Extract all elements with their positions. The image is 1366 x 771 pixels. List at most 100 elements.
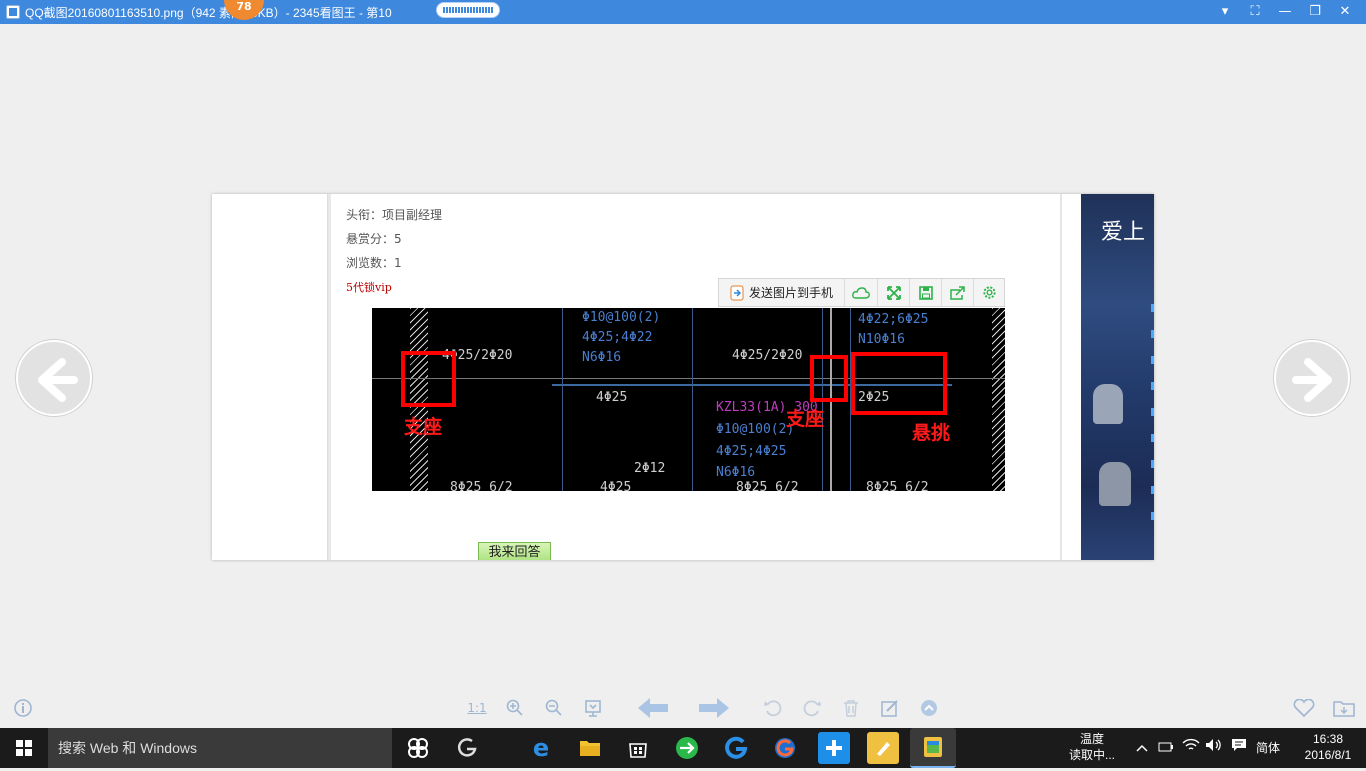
cad-text: 8Φ25 6/2 (866, 480, 929, 491)
folder-icon[interactable] (1332, 696, 1356, 720)
delete-icon[interactable] (839, 696, 863, 720)
window-title: QQ截图20160801163510.png（942 素, 146KB）- 23… (25, 5, 392, 20)
cad-drawing: 4Φ25/2Φ20 Φ10@100(2) 4Φ25;4Φ22 N6Φ16 4Φ2… (372, 308, 1005, 491)
browser-red-icon[interactable] (769, 732, 801, 764)
share-button[interactable] (942, 279, 974, 306)
wifi-icon[interactable] (1180, 728, 1202, 768)
bottom-toolbar: 1:1 (0, 688, 1366, 728)
image-hover-toolbar: 发送图片到手机 (718, 278, 1005, 307)
task-view-icon[interactable] (402, 732, 434, 764)
windows-logo-icon (16, 740, 32, 756)
support-highlight-box (810, 355, 848, 402)
menu-dropdown-button[interactable]: ▾ (1210, 0, 1240, 24)
rotate-left-icon[interactable] (761, 696, 785, 720)
cad-text: N6Φ16 (582, 350, 622, 365)
app-icon (6, 5, 20, 19)
support-highlight-box (401, 351, 456, 407)
displayed-image[interactable]: 头衔：项目副经理 悬赏分：5 浏览数：1 5代锁vip 发送图片到手机 4Φ25… (212, 194, 1154, 560)
loading-progress (436, 2, 500, 18)
taskbar-search-input[interactable]: 搜索 Web 和 Windows (48, 728, 392, 768)
settings-button[interactable] (974, 279, 1004, 306)
clock-time: 16:38 (1312, 732, 1344, 746)
chevron-up-icon[interactable] (1132, 728, 1152, 768)
rotate-right-icon[interactable] (800, 696, 824, 720)
phone-send-icon (730, 285, 744, 300)
browser-360-icon[interactable] (451, 732, 483, 764)
info-title: 头衔：项目副经理 (346, 208, 443, 222)
support-label: 支座 (404, 416, 443, 438)
weather-widget[interactable]: 温度 读取中... (1060, 731, 1124, 771)
cantilever-label: 悬挑 (912, 422, 951, 444)
file-explorer-icon[interactable] (574, 732, 606, 764)
cad-text: N10Φ16 (858, 332, 905, 347)
clock-date: 2016/8/1 (1304, 748, 1352, 762)
input-method-indicator[interactable]: 简体 (1252, 728, 1284, 768)
grid-line (562, 308, 563, 491)
side-photo: 爱上 (1081, 194, 1154, 560)
cad-text: N6Φ16 (716, 465, 756, 480)
expand-button[interactable] (878, 279, 910, 306)
weather-line1: 温度 (1079, 732, 1104, 746)
cad-text: Φ10@100(2) (582, 310, 661, 325)
cloud-button[interactable] (845, 279, 878, 306)
edit-icon[interactable] (878, 696, 902, 720)
cad-text: 4Φ25;4Φ22 (582, 330, 653, 345)
start-button[interactable] (0, 728, 48, 768)
actual-size-button[interactable]: 1:1 (464, 696, 490, 720)
edge-browser-icon[interactable]: e (525, 732, 557, 764)
prev-icon[interactable] (634, 696, 672, 720)
notes-app-icon[interactable] (867, 732, 899, 764)
save-button[interactable] (910, 279, 942, 306)
favorite-icon[interactable] (1292, 696, 1316, 720)
title-bar: QQ截图20160801163510.png（942 素, 146KB）- 23… (0, 0, 1366, 24)
minimize-button[interactable]: — (1270, 0, 1300, 24)
store-icon[interactable] (622, 732, 654, 764)
info-views: 浏览数：1 (346, 256, 402, 270)
weather-line2: 读取中... (1068, 748, 1115, 762)
send-to-phone-button[interactable]: 发送图片到手机 (719, 279, 845, 306)
battery-icon[interactable] (1156, 728, 1176, 768)
image-viewer-taskbar-icon[interactable] (910, 728, 956, 768)
next-image-button[interactable] (1274, 340, 1350, 416)
cad-text: 8Φ25 6/2 (736, 480, 799, 491)
vip-label: 5代锁vip (346, 281, 392, 294)
plus-app-icon[interactable] (818, 732, 850, 764)
zoom-out-icon[interactable] (542, 696, 566, 720)
previous-image-button[interactable] (16, 340, 92, 416)
info-icon[interactable] (11, 696, 35, 720)
share-icon (950, 285, 965, 300)
fullscreen-button[interactable]: ⛶ (1240, 0, 1270, 24)
arrow-left-icon (38, 358, 78, 402)
fit-icon[interactable] (581, 696, 605, 720)
windows-taskbar: 搜索 Web 和 Windows e 温度 读取中... 简体 16:38 20… (0, 728, 1366, 768)
clock[interactable]: 16:38 2016/8/1 (1292, 731, 1364, 771)
close-button[interactable]: ✕ (1330, 0, 1360, 24)
cad-text: Φ10@100(2) (716, 422, 795, 437)
cad-text: 4Φ25 (600, 480, 632, 491)
photo-caption: 爱上 (1101, 219, 1146, 244)
grid-line (692, 308, 693, 491)
cad-text: 4Φ25 (596, 390, 628, 405)
cad-text: 8Φ25 6/2 (450, 480, 513, 491)
zoom-in-icon[interactable] (503, 696, 527, 720)
save-icon (918, 285, 933, 300)
arrow-right-icon (1292, 358, 1332, 402)
cantilever-highlight-box (851, 352, 947, 415)
cad-text: 4Φ25;4Φ25 (716, 444, 787, 459)
cad-text: 2Φ12 (634, 461, 666, 476)
expand-icon (886, 285, 901, 300)
cad-text: 4Φ25/2Φ20 (732, 348, 803, 363)
cad-text: 4Φ22;6Φ25 (858, 312, 929, 327)
volume-icon[interactable] (1203, 728, 1225, 768)
wall-hatch (992, 308, 1005, 491)
browser-blue-icon[interactable] (720, 732, 752, 764)
up-icon[interactable] (917, 696, 941, 720)
browser-green-icon[interactable] (671, 732, 703, 764)
send-to-phone-label: 发送图片到手机 (748, 286, 833, 300)
next-icon[interactable] (695, 696, 733, 720)
restore-button[interactable]: ❐ (1300, 0, 1330, 24)
settings-icon (982, 286, 996, 299)
answer-button[interactable]: 我来回答 (478, 542, 551, 560)
support-label: 支座 (786, 408, 825, 430)
notification-icon[interactable] (1228, 728, 1250, 768)
